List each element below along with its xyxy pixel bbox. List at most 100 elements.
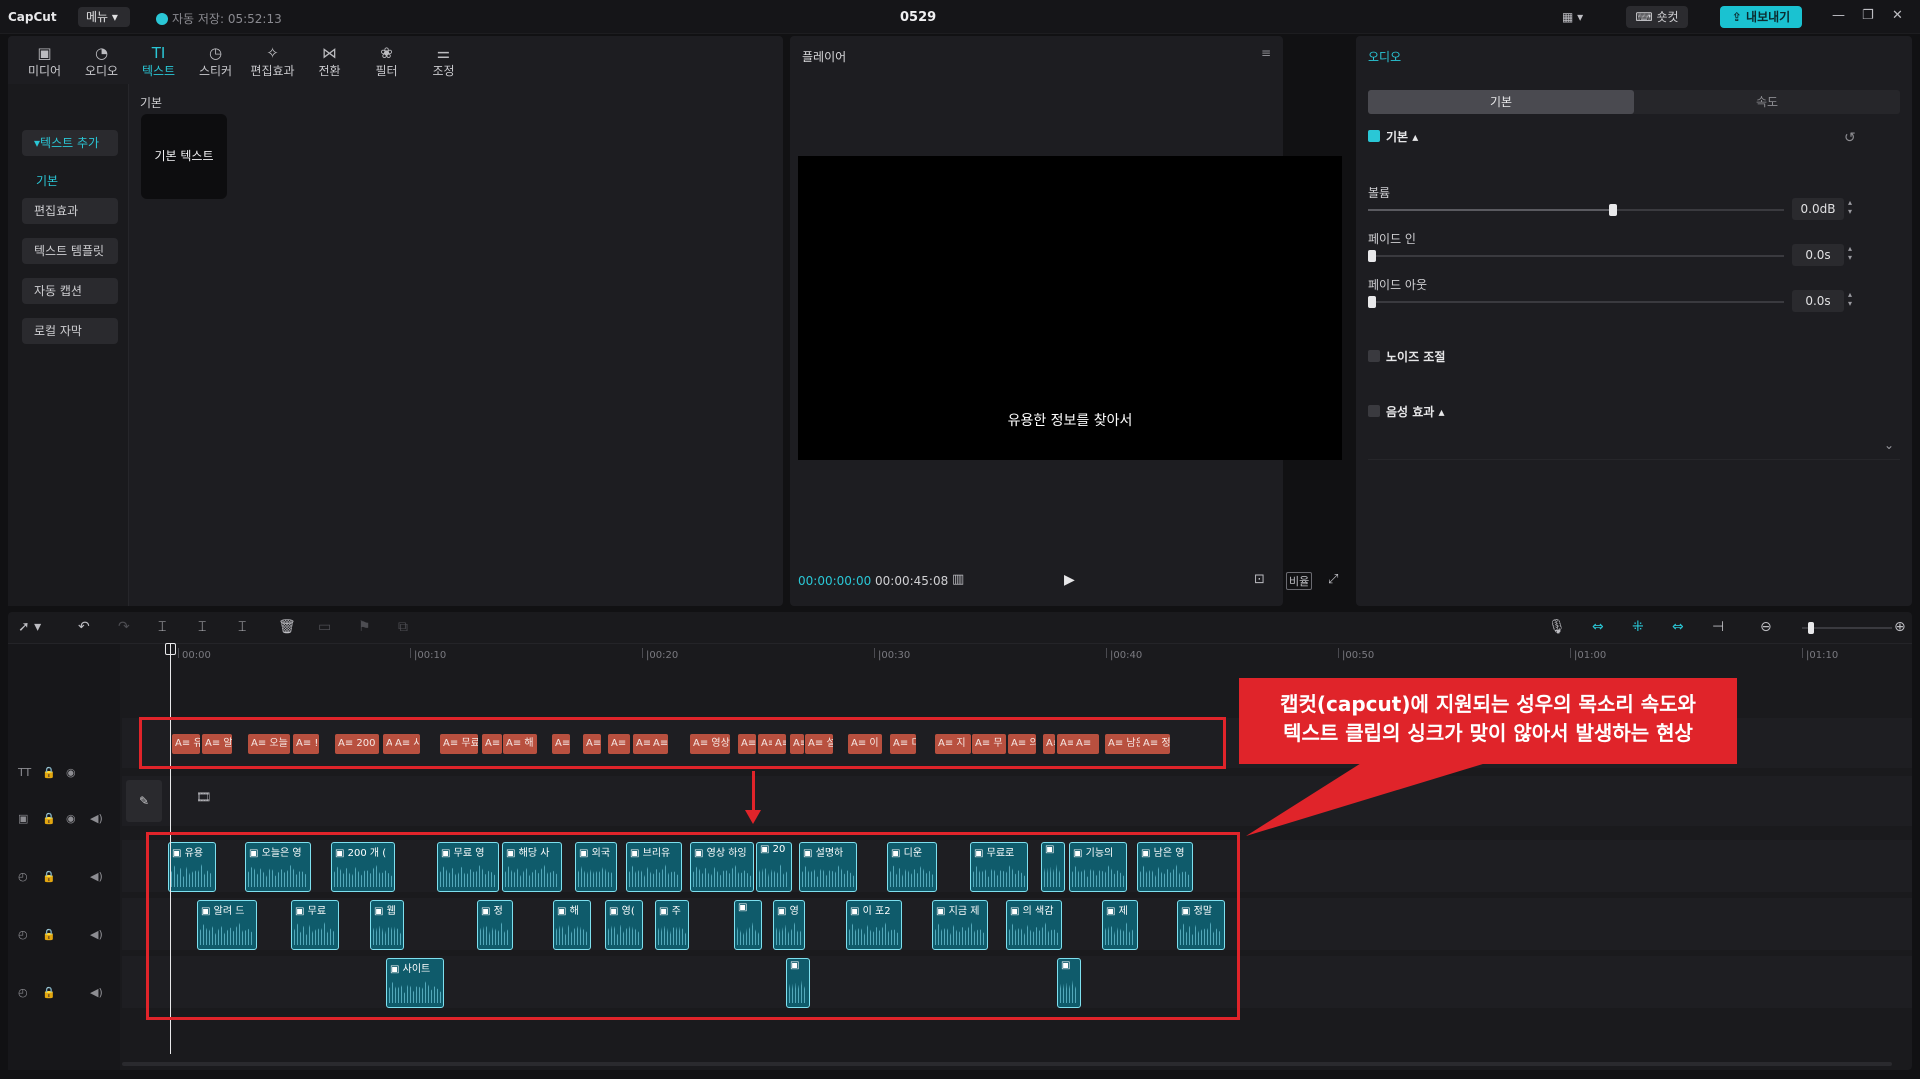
volume-stepper[interactable]: ▴ ▾: [1848, 198, 1858, 216]
tab-transition[interactable]: ⋈ 전환: [301, 40, 358, 84]
eye-icon[interactable]: ◉: [66, 766, 76, 779]
fade-in-stepper[interactable]: ▴ ▾: [1848, 244, 1858, 262]
grid-icon[interactable]: ▥: [952, 572, 964, 587]
capcut-logo: CapCut: [8, 10, 57, 24]
zoom-in-icon[interactable]: ⊕: [1894, 619, 1906, 635]
lock-icon[interactable]: 🔒: [42, 766, 56, 779]
speaker-icon[interactable]: ◀): [90, 870, 103, 883]
player-title: 플레이어: [802, 50, 847, 64]
fade-out-knob[interactable]: [1368, 296, 1376, 308]
menu-button[interactable]: 메뉴 ▾: [78, 7, 130, 27]
callout-pointer: [1246, 760, 1496, 836]
lock-icon[interactable]: 🔒: [42, 986, 56, 999]
tab-text[interactable]: TI 텍스트: [130, 40, 187, 84]
volume-value[interactable]: 0.0dB: [1792, 198, 1844, 220]
sidebar-item-effects[interactable]: 편집효과: [22, 198, 118, 224]
layout-icon[interactable]: ▦ ▾: [1562, 6, 1602, 28]
zoom-out-icon[interactable]: ⊖: [1760, 619, 1772, 635]
basic-text-card[interactable]: 기본 텍스트: [141, 114, 227, 199]
sidebar-item-local-subtitle[interactable]: 로컬 자막: [22, 318, 118, 344]
export-button[interactable]: ⇪ 내보내기: [1720, 6, 1802, 28]
audio-clips-highlight: [146, 832, 1240, 1020]
category-bar: ▣ 미디어 ◔ 오디오 TI 텍스트 ◷ 스티커 ✧ 편집효과 ⋈ 전환 ❀ 필터 ⚌ 조정: [16, 40, 472, 84]
callout-line-2: 텍스트 클립의 싱크가 맞이 않아서 발생하는 현상: [1283, 721, 1693, 745]
media-icon: ▣: [37, 44, 52, 62]
fade-out-slider[interactable]: [1368, 296, 1784, 308]
tab-sticker[interactable]: ◷ 스티커: [187, 40, 244, 84]
tab-filter[interactable]: ❀ 필터: [358, 40, 415, 84]
time-ruler[interactable]: 00:00 |00:10 |00:20 |00:30 |00:40 |00:50 |01:0…: [120, 644, 1912, 668]
crop-icon[interactable]: ⧉: [398, 619, 408, 635]
lock-icon[interactable]: 🔒: [42, 870, 56, 883]
lock-icon[interactable]: 🔒: [42, 928, 56, 941]
select-tool-icon[interactable]: ➚ ▾: [18, 619, 41, 635]
speaker-icon[interactable]: ◀): [90, 812, 103, 825]
ruler-tick: |01:00: [1569, 648, 1607, 661]
tab-effects[interactable]: ✧ 편집효과: [244, 40, 301, 84]
flag-icon[interactable]: ⚑: [358, 619, 371, 635]
audio-inspector: 오디오 기본 속도 기본 ▴ ↺ 볼륨 0.0dB ▴ ▾ 페이드 인 0.0s …: [1356, 36, 1912, 606]
fade-out-stepper[interactable]: ▴ ▾: [1848, 290, 1858, 308]
tab-basic[interactable]: 기본: [1368, 90, 1634, 114]
track-headers: TT 🔒 ◉ ▣ 🔒 ◉ ◀) ◴ 🔒 ◀) ◴ 🔒 ◀) ◴ 🔒 ◀): [8, 644, 120, 1070]
timeline-scrollbar[interactable]: [122, 1062, 1892, 1066]
tab-speed[interactable]: 속도: [1634, 90, 1900, 114]
screenshot-icon[interactable]: ⊡: [1254, 572, 1265, 587]
text-sidebar: ▾텍스트 추가 기본 편집효과 텍스트 템플릿 자동 캡션 로컬 자막: [8, 84, 129, 606]
basic-checkbox[interactable]: [1368, 130, 1380, 142]
magnet-icon[interactable]: ⇔: [1592, 619, 1604, 635]
restore-icon[interactable]: ❐: [1862, 8, 1874, 23]
mic-icon[interactable]: 🎙: [1548, 619, 1566, 635]
sidebar-item-auto-caption[interactable]: 자동 캡션: [22, 278, 118, 304]
shortcut-button[interactable]: ⌨ 숏컷: [1626, 6, 1688, 28]
video-preview[interactable]: 유용한 정보를 찾아서: [798, 156, 1342, 460]
edit-cover-icon[interactable]: ✎: [126, 780, 162, 822]
inspector-title: 오디오: [1368, 50, 1402, 64]
undo-icon[interactable]: ↶: [78, 619, 90, 635]
tab-media[interactable]: ▣ 미디어: [16, 40, 73, 84]
split-icon[interactable]: ⌶: [158, 619, 166, 635]
minimize-icon[interactable]: —: [1832, 8, 1845, 23]
zoom-slider[interactable]: [1802, 622, 1892, 634]
ruler-tick: 00:00: [178, 648, 211, 661]
fade-out-label: 페이드 아웃: [1368, 278, 1428, 292]
speaker-icon[interactable]: ◀): [90, 986, 103, 999]
transition-icon: ⋈: [322, 44, 337, 62]
sidebar-item-text-template[interactable]: 텍스트 템플릿: [22, 238, 118, 264]
split-right-icon[interactable]: ⌶: [238, 619, 246, 635]
delete-icon[interactable]: 🗑: [278, 619, 296, 635]
reset-icon[interactable]: ↺: [1844, 130, 1856, 146]
freeze-icon[interactable]: ▭: [318, 619, 331, 635]
timeline-toolbar: ➚ ▾ ↶ ↷ ⌶ ⌶ ⌶ 🗑 ▭ ⚑ ⧉ 🎙 ⇔ ⁜ ⇔ ⊣ ⊖ ⊕: [8, 612, 1912, 644]
split-left-icon[interactable]: ⌶: [198, 619, 206, 635]
voice-effect-checkbox[interactable]: [1368, 405, 1380, 417]
text-clips-highlight: [139, 717, 1226, 769]
sidebar-item-basic[interactable]: 기본: [36, 172, 58, 189]
eye-icon[interactable]: ◉: [66, 812, 76, 825]
link-icon[interactable]: ⁜: [1632, 619, 1644, 635]
fade-out-value[interactable]: 0.0s: [1792, 290, 1844, 312]
ratio-button[interactable]: 비율: [1286, 572, 1313, 590]
redo-icon[interactable]: ↷: [118, 619, 130, 635]
lock-icon[interactable]: 🔒: [42, 812, 56, 825]
noise-checkbox[interactable]: [1368, 350, 1380, 362]
close-icon[interactable]: ✕: [1892, 8, 1903, 23]
play-button[interactable]: ▶: [1064, 572, 1075, 588]
current-timecode: 00:00:00:00: [798, 574, 872, 588]
fade-in-slider[interactable]: [1368, 250, 1784, 262]
tab-audio[interactable]: ◔ 오디오: [73, 40, 130, 84]
tab-adjust[interactable]: ⚌ 조정: [415, 40, 472, 84]
zoom-knob[interactable]: [1808, 622, 1814, 634]
preview-axis-icon[interactable]: ⇔: [1672, 619, 1684, 635]
speaker-icon[interactable]: ◀): [90, 928, 103, 941]
split-screen-icon[interactable]: ⊣: [1712, 619, 1724, 635]
volume-knob[interactable]: [1609, 204, 1618, 216]
voice-effect-dropdown[interactable]: ⌄: [1368, 438, 1900, 460]
menu-icon[interactable]: ≡: [1261, 46, 1271, 60]
volume-label: 볼륨: [1368, 186, 1391, 200]
volume-slider[interactable]: [1368, 204, 1784, 216]
fade-in-value[interactable]: 0.0s: [1792, 244, 1844, 266]
fullscreen-icon[interactable]: ⤢: [1328, 572, 1338, 587]
fade-in-knob[interactable]: [1368, 250, 1376, 262]
sidebar-item-add-text[interactable]: ▾텍스트 추가: [22, 130, 118, 156]
